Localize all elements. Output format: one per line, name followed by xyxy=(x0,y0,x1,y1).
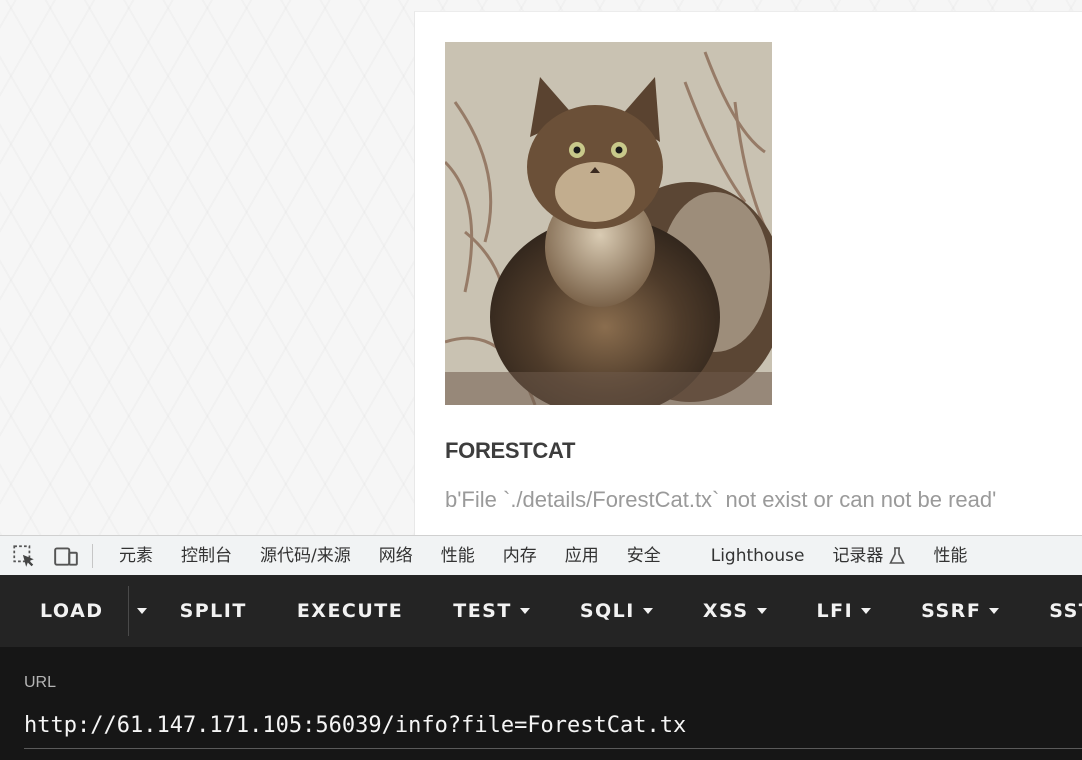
tab-performance[interactable]: 性能 xyxy=(427,536,489,575)
tab-performance-insights[interactable]: 性能 xyxy=(919,536,981,575)
url-label: URL xyxy=(24,674,57,691)
product-card: FORESTCAT b'File `./details/ForestCat.tx… xyxy=(414,11,1082,535)
tab-elements[interactable]: 元素 xyxy=(105,536,167,575)
web-page: FORESTCAT b'File `./details/ForestCat.tx… xyxy=(0,0,1082,535)
devtools-tab-bar: 元素 控制台 源代码/来源 网络 性能 内存 应用 安全 Lighthouse … xyxy=(0,535,1082,575)
tab-recorder[interactable]: 记录器 xyxy=(818,536,919,575)
split-button[interactable]: SPLIT xyxy=(155,575,272,647)
devtools-divider xyxy=(92,543,93,568)
forest-cat-photo xyxy=(445,42,772,405)
chevron-down-icon xyxy=(642,608,653,614)
sqli-menu-button[interactable]: SQLI xyxy=(555,575,678,647)
url-input[interactable] xyxy=(24,703,1082,749)
xss-menu-label: XSS xyxy=(702,600,749,622)
cat-illustration xyxy=(445,42,772,405)
ssti-menu-button[interactable]: SSTI xyxy=(1024,575,1082,647)
test-menu-label: TEST xyxy=(453,600,512,622)
product-title: FORESTCAT xyxy=(445,438,576,463)
tab-network[interactable]: 网络 xyxy=(365,536,427,575)
load-button[interactable]: LOAD xyxy=(0,575,128,647)
inspect-element-icon[interactable] xyxy=(10,542,38,570)
tab-lighthouse[interactable]: Lighthouse xyxy=(675,536,819,575)
ssrf-menu-label: SSRF xyxy=(921,600,982,622)
chevron-down-icon xyxy=(136,608,147,614)
tab-console[interactable]: 控制台 xyxy=(167,536,246,575)
lfi-menu-button[interactable]: LFI xyxy=(792,575,897,647)
url-panel: URL xyxy=(0,647,1082,760)
xss-menu-button[interactable]: XSS xyxy=(678,575,792,647)
tab-security[interactable]: 安全 xyxy=(613,536,675,575)
tab-recorder-label: 记录器 xyxy=(832,545,884,566)
flask-icon xyxy=(889,546,906,564)
hackbar-toolbar: LOAD SPLIT EXECUTE TEST SQLI XSS LFI SSR… xyxy=(0,575,1082,647)
chevron-down-icon xyxy=(989,608,1000,614)
load-dropdown-toggle[interactable] xyxy=(127,586,155,636)
test-menu-button[interactable]: TEST xyxy=(428,575,555,647)
ssrf-menu-button[interactable]: SSRF xyxy=(896,575,1024,647)
lfi-menu-label: LFI xyxy=(816,600,854,622)
device-toolbar-icon[interactable] xyxy=(52,542,80,570)
tab-application[interactable]: 应用 xyxy=(551,536,613,575)
product-detail-text: b'File `./details/ForestCat.tx` not exis… xyxy=(445,487,997,512)
chevron-down-icon xyxy=(861,608,872,614)
sqli-menu-label: SQLI xyxy=(579,600,635,622)
tab-memory[interactable]: 内存 xyxy=(489,536,551,575)
execute-button[interactable]: EXECUTE xyxy=(272,575,428,647)
chevron-down-icon xyxy=(756,608,767,614)
chevron-down-icon xyxy=(519,608,530,614)
tab-sources[interactable]: 源代码/来源 xyxy=(246,536,365,575)
